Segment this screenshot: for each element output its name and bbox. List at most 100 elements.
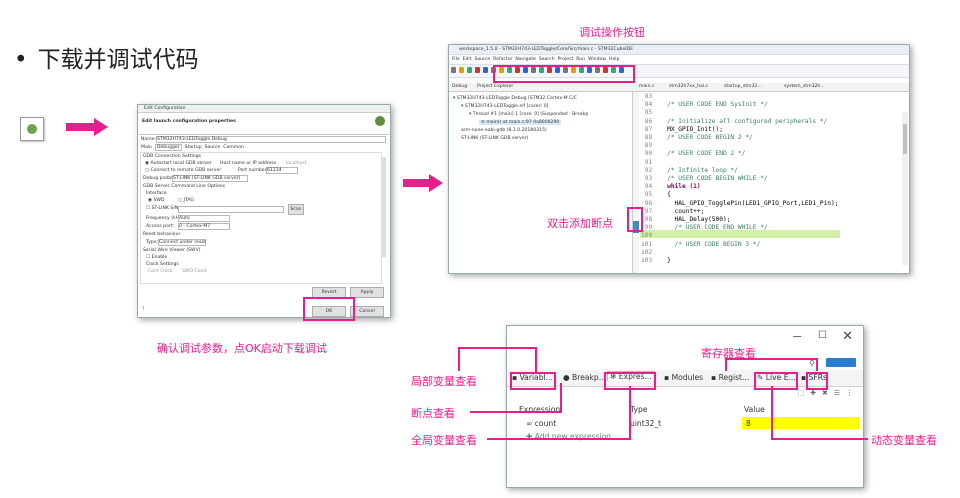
- line-number[interactable]: 94: [641, 183, 660, 190]
- view-toolbar-icons[interactable]: ⬚ ✚ ✖ ☰ ⋮: [798, 389, 855, 397]
- line-number[interactable]: 83: [641, 93, 660, 100]
- ap-value: 0 - Cortex-M7: [179, 224, 211, 229]
- line-number[interactable]: 84: [641, 101, 660, 108]
- menu-edit[interactable]: Edit: [463, 57, 472, 62]
- minimize-icon[interactable]: ─: [793, 331, 801, 343]
- line-number[interactable]: 99: [641, 224, 660, 231]
- probe-select[interactable]: ST-LINK (ST-LINK GDB server): [172, 175, 248, 182]
- line-number[interactable]: 97: [641, 208, 660, 215]
- tab-hal-c[interactable]: stm32h7xx_hal.c: [669, 84, 708, 89]
- line-number[interactable]: 102: [641, 249, 660, 256]
- clock-group-label: Clock Settings: [146, 262, 179, 267]
- col-type[interactable]: Type: [630, 405, 647, 414]
- reset-type-value: Connect under reset: [159, 240, 207, 245]
- tab-modules[interactable]: ▪ Modules: [664, 373, 703, 382]
- close-icon[interactable]: ✕: [842, 328, 853, 344]
- launch-config-icon[interactable]: [20, 117, 44, 141]
- search-icon[interactable]: ⚲: [809, 359, 815, 368]
- toolbar-button-icon[interactable]: [475, 67, 480, 73]
- tab-system[interactable]: system_stm32h...: [784, 84, 825, 89]
- apply-button[interactable]: Apply: [350, 287, 384, 298]
- menu-source[interactable]: Source: [474, 57, 490, 62]
- jtag-radio[interactable]: ○ JTAG: [178, 198, 194, 203]
- tree-item-gdb-label: arm-none-eabi-gdb (8.1.0.20180315): [461, 128, 547, 133]
- toolbar-button-icon[interactable]: [467, 67, 472, 73]
- tab-common[interactable]: Common: [223, 145, 244, 150]
- cancel-button[interactable]: Cancel: [350, 306, 384, 317]
- variables-tab-box: [510, 372, 556, 390]
- tree-item-frame[interactable]: ≡ main() at main.c:97 0x8000290: [479, 120, 562, 125]
- tab-main-c[interactable]: main.c: [639, 84, 654, 89]
- line-number[interactable]: 96: [641, 200, 660, 207]
- line-number[interactable]: 88: [641, 134, 660, 141]
- menu-window[interactable]: Window: [588, 57, 606, 62]
- menu-run[interactable]: Run: [576, 57, 585, 62]
- code-text: /* Infinite loop */: [659, 166, 738, 174]
- expression-row[interactable]: ∞ count: [526, 419, 556, 428]
- swd-radio[interactable]: ◉ SWD: [148, 198, 164, 203]
- tree-item-stlink[interactable]: ST-LINK (ST-LINK GDB server): [461, 136, 528, 141]
- col-value[interactable]: Value: [744, 405, 765, 414]
- maximize-icon[interactable]: ☐: [818, 330, 827, 341]
- host-value[interactable]: localhost: [286, 161, 307, 166]
- line-number[interactable]: 95: [641, 191, 660, 198]
- dialog-scrollbar[interactable]: [382, 157, 386, 257]
- tab-main[interactable]: Main: [141, 145, 152, 150]
- tree-item-elf[interactable]: ▾ STM32H743-LEDToggle.elf [cores: 0]: [461, 104, 548, 109]
- line-number[interactable]: 86: [641, 118, 660, 125]
- row-value[interactable]: 8: [746, 419, 751, 428]
- editor-ruler[interactable]: [633, 92, 639, 273]
- name-field[interactable]: STM32H743-LEDToggle Debug: [156, 136, 386, 143]
- toolbar-button-icon[interactable]: [483, 67, 488, 73]
- stlink-sn-field[interactable]: [178, 206, 284, 213]
- menu-search[interactable]: Search: [539, 57, 555, 62]
- line-number[interactable]: 85: [641, 109, 660, 116]
- tab-source[interactable]: Source: [205, 145, 221, 150]
- toolbar-button-icon[interactable]: [459, 67, 464, 73]
- code-text: /* USER CODE BEGIN 3 */: [659, 240, 761, 248]
- line-number[interactable]: 101: [641, 241, 660, 248]
- ap-select[interactable]: 0 - Cortex-M7: [178, 223, 230, 230]
- tree-item-launch[interactable]: ▾ STM32H743-LEDToggle Debug [STM32 Corte…: [453, 96, 577, 101]
- connector-line: [487, 438, 631, 440]
- menu-help[interactable]: Help: [609, 57, 619, 62]
- editor-scrollbar[interactable]: [902, 112, 908, 265]
- line-number[interactable]: 90: [641, 150, 660, 157]
- line-number[interactable]: 100: [641, 232, 660, 239]
- line-number[interactable]: 91: [641, 159, 660, 166]
- tab-debugger[interactable]: Debugger: [154, 144, 182, 151]
- tab-registers[interactable]: ▪ Regist...: [711, 373, 749, 382]
- autostart-radio[interactable]: ◉ Autostart local GDB server: [145, 161, 212, 166]
- line-number[interactable]: 87: [641, 126, 660, 133]
- menu-file[interactable]: File: [452, 57, 460, 62]
- menu-refactor[interactable]: Refactor: [493, 57, 512, 62]
- line-number[interactable]: 89: [641, 142, 660, 149]
- line-number[interactable]: 98: [641, 216, 660, 223]
- line-number[interactable]: 93: [641, 175, 660, 182]
- line-number[interactable]: 103: [641, 257, 660, 264]
- remote-radio[interactable]: ○ Connect to remote GDB server: [145, 168, 221, 173]
- menu-navigate[interactable]: Navigate: [515, 57, 536, 62]
- toolbar-button-icon[interactable]: [451, 67, 456, 73]
- label-breakpoints-view: 断点查看: [411, 407, 455, 420]
- tab-startup[interactable]: Startup: [185, 145, 202, 150]
- menu-project[interactable]: Project: [558, 57, 574, 62]
- tree-item-gdb[interactable]: arm-none-eabi-gdb (8.1.0.20180315): [461, 128, 547, 133]
- tab-startup[interactable]: startup_stm32...: [724, 84, 762, 89]
- line-number[interactable]: 92: [641, 167, 660, 174]
- help-icon[interactable]: ?: [142, 307, 144, 312]
- stlink-sn-checkbox[interactable]: ☐ ST-LINK S/N: [146, 206, 178, 211]
- scan-button[interactable]: Scan: [288, 204, 304, 215]
- swv-enable-checkbox[interactable]: ☐ Enable: [146, 255, 167, 260]
- tab-project-explorer[interactable]: Project Explorer: [477, 84, 513, 89]
- perspective-icon[interactable]: [826, 358, 856, 367]
- arrow-right-icon: [403, 174, 443, 192]
- tree-item-thread[interactable]: ▾ Thread #1 [main] 1 [core: 0] (Suspende…: [469, 112, 588, 117]
- reset-type-select[interactable]: Connect under reset: [158, 239, 206, 246]
- tab-breakpoints[interactable]: ● Breakp...: [563, 373, 606, 382]
- freq-select[interactable]: Auto: [178, 215, 230, 222]
- code-text: /* USER CODE END WHILE */: [659, 224, 768, 232]
- code-editor[interactable]: 83 84 /* USER CODE END SysInit */ 85 86 …: [633, 92, 909, 273]
- port-field[interactable]: 61234: [266, 167, 298, 174]
- tab-debug[interactable]: Debug: [452, 84, 467, 89]
